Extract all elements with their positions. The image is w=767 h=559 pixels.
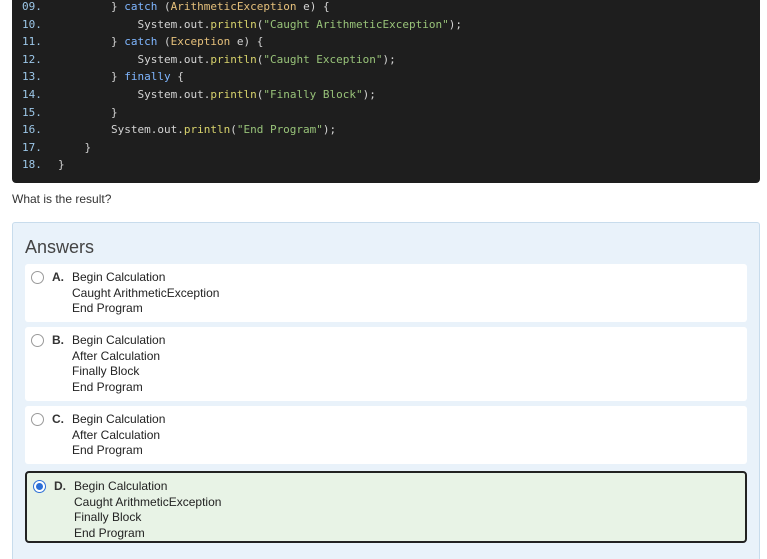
code-line: 14. System.out.println("Finally Block"); bbox=[12, 86, 376, 103]
code-token: System bbox=[58, 17, 178, 31]
code-token: ( bbox=[157, 0, 171, 13]
option-letter: D. bbox=[54, 479, 66, 493]
code-token: .out. bbox=[177, 52, 211, 66]
answer-option-c[interactable]: C. Begin Calculation After Calculation E… bbox=[25, 406, 747, 464]
option-line: Begin Calculation bbox=[72, 333, 166, 347]
line-number: 15. bbox=[22, 105, 42, 119]
line-number: 11. bbox=[22, 35, 42, 49]
code-line: 09. } catch (ArithmeticException e) { bbox=[12, 0, 330, 15]
option-line: Finally Block bbox=[74, 510, 142, 525]
answers-title: Answers bbox=[25, 237, 95, 257]
code-line: 11. } catch (Exception e) { bbox=[12, 33, 263, 50]
code-token: "Caught ArithmeticException" bbox=[263, 17, 449, 31]
code-line: 12. System.out.println("Caught Exception… bbox=[12, 51, 396, 68]
line-number: 17. bbox=[22, 140, 42, 154]
line-number: 16. bbox=[22, 123, 42, 137]
option-line: End Program bbox=[72, 443, 143, 458]
code-token: catch bbox=[124, 35, 158, 49]
option-line: End Program bbox=[72, 301, 143, 316]
code-line: 10. System.out.println("Caught Arithmeti… bbox=[12, 16, 462, 33]
code-token: ); bbox=[448, 17, 463, 31]
code-token: println bbox=[183, 123, 231, 137]
code-token: "Finally Block" bbox=[263, 88, 363, 101]
radio-button-d[interactable] bbox=[33, 480, 46, 493]
code-token: System bbox=[58, 123, 151, 137]
code-token: ); bbox=[362, 88, 376, 101]
radio-button-b[interactable] bbox=[31, 334, 44, 347]
code-line: 17. } bbox=[12, 139, 91, 156]
code-token: println bbox=[210, 52, 257, 66]
line-number: 14. bbox=[22, 88, 42, 101]
code-token: } bbox=[58, 140, 92, 154]
option-letter: B. bbox=[52, 333, 64, 347]
code-block: 09. } catch (ArithmeticException e) {10.… bbox=[12, 0, 760, 183]
option-letter: A. bbox=[52, 270, 64, 284]
question-text: What is the result? bbox=[12, 192, 112, 206]
code-token: { bbox=[170, 70, 184, 84]
code-token: println bbox=[210, 88, 257, 101]
option-line: Begin Calculation bbox=[72, 412, 166, 426]
code-token: } bbox=[58, 35, 125, 49]
code-line: 15. } bbox=[12, 104, 118, 121]
option-line: Begin Calculation bbox=[72, 270, 166, 284]
code-line: 13. } finally { bbox=[12, 68, 184, 85]
code-token: finally bbox=[124, 70, 171, 84]
code-token: } bbox=[58, 0, 125, 13]
code-token: .out. bbox=[177, 17, 211, 31]
code-token: "End Program" bbox=[236, 123, 323, 137]
code-token: e) { bbox=[230, 35, 264, 49]
line-number: 18. bbox=[22, 158, 42, 172]
code-line: 16. System.out.println("End Program"); bbox=[12, 121, 336, 138]
radio-button-c[interactable] bbox=[31, 413, 44, 426]
code-token: e) { bbox=[296, 0, 330, 13]
code-token: System bbox=[58, 52, 178, 66]
code-token: } bbox=[58, 158, 65, 172]
option-letter: C. bbox=[52, 412, 64, 426]
option-line: After Calculation bbox=[72, 427, 161, 442]
option-line: Caught ArithmeticException bbox=[74, 494, 222, 509]
code-token: catch bbox=[124, 0, 158, 13]
option-line: End Program bbox=[74, 525, 145, 540]
code-line: 18.} bbox=[12, 156, 65, 173]
option-line: Caught ArithmeticException bbox=[72, 285, 220, 300]
code-token: ); bbox=[322, 123, 337, 137]
code-token: } bbox=[58, 105, 118, 119]
code-token: ( bbox=[230, 123, 237, 137]
code-token: .out. bbox=[177, 88, 211, 101]
option-line: Begin Calculation bbox=[74, 479, 168, 493]
code-token: ( bbox=[157, 35, 171, 49]
option-line: Finally Block bbox=[72, 364, 140, 379]
code-token: ); bbox=[382, 52, 396, 66]
code-token: Exception bbox=[170, 35, 231, 49]
line-number: 10. bbox=[22, 17, 42, 31]
answer-option-d[interactable]: D. Begin Calculation Caught ArithmeticEx… bbox=[25, 471, 747, 543]
line-number: 12. bbox=[22, 52, 42, 66]
line-number: 13. bbox=[22, 70, 42, 84]
answers-panel: Answers A. Begin Calculation Caught Arit… bbox=[12, 222, 760, 559]
option-line: After Calculation bbox=[72, 348, 161, 363]
answer-option-a[interactable]: A. Begin Calculation Caught ArithmeticEx… bbox=[25, 264, 747, 322]
option-line: End Program bbox=[72, 379, 143, 394]
radio-button-a[interactable] bbox=[31, 271, 44, 284]
code-token: ArithmeticException bbox=[170, 0, 297, 13]
code-token: System bbox=[58, 88, 178, 101]
code-token: } bbox=[58, 70, 125, 84]
code-token: .out. bbox=[150, 123, 184, 137]
line-number: 09. bbox=[22, 0, 42, 13]
answer-option-b[interactable]: B. Begin Calculation After Calculation F… bbox=[25, 327, 747, 401]
code-token: println bbox=[210, 17, 257, 31]
code-token: "Caught Exception" bbox=[263, 52, 383, 66]
